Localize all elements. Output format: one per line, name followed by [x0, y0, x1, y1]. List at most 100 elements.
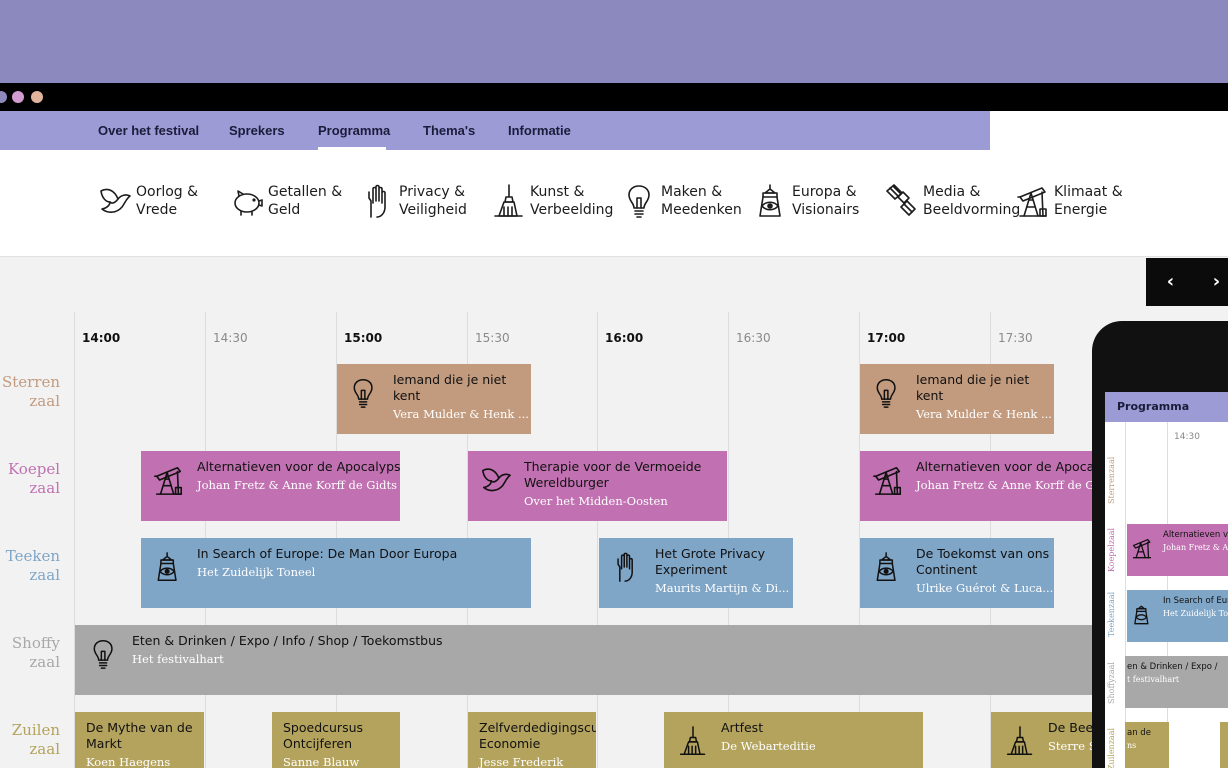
theme-label: Europa & — [792, 184, 857, 200]
event-title: De Toekomst van ons — [916, 546, 1050, 561]
room-suffix: zaal — [29, 653, 60, 671]
theme-europa-visionairs[interactable]: Europa & Visionairs — [754, 183, 864, 223]
event-title: Iemand die je niet — [916, 372, 1030, 387]
event-card[interactable]: Alternatieven voor de Apocalyps Johan Fr… — [860, 451, 1100, 521]
nav-informatie[interactable]: Informatie — [508, 123, 571, 138]
raised-hand-icon — [617, 552, 633, 582]
room-suffix: zaal — [29, 392, 60, 410]
theme-label: Maken & — [661, 184, 723, 200]
event-title: Experiment — [655, 562, 728, 577]
satellite-icon — [886, 184, 916, 216]
lightbulb-icon — [876, 379, 896, 408]
paintbrush-icon — [679, 726, 706, 755]
window-dot-3[interactable] — [31, 91, 43, 103]
room-name: Teeken — [5, 547, 60, 565]
room-label-zuilenzaal: Zuilen zaal — [0, 721, 60, 759]
event-speakers: Het Zuidelijk Toneel — [197, 565, 316, 579]
event-card[interactable]: De Mythe van de Markt Koen Haegens — [75, 712, 204, 768]
theme-privacy-veiligheid[interactable]: Privacy & Veiligheid — [361, 183, 471, 223]
theme-label: Veiligheid — [399, 202, 467, 218]
phone-event-title: In Search of Eur — [1163, 596, 1228, 606]
phone-time-label: 14:30 — [1174, 432, 1200, 442]
phone-event-speakers: Het Zuidelijk To — [1163, 609, 1228, 618]
event-card[interactable]: De Toekomst van ons Continent Ulrike Gué… — [860, 538, 1054, 608]
event-card[interactable]: Artfest De Webarteditie — [664, 712, 923, 768]
lightbulb-icon — [628, 185, 650, 218]
event-card[interactable]: Zelfverdedigingscursus Economie Jesse Fr… — [468, 712, 596, 768]
phone-screen: 14:30 Sterrenzaal Koepelzaal Teekenzaal … — [1105, 392, 1228, 768]
room-label-teekenzaal: Teeken zaal — [0, 547, 60, 585]
room-label-shoffyzaal: Shoffy zaal — [0, 634, 60, 672]
event-speakers: Over het Midden-Oosten — [524, 494, 668, 508]
event-speakers: Jesse Frederik — [479, 755, 564, 768]
event-speakers: Maurits Martijn & Di... — [655, 581, 790, 595]
event-card[interactable]: De Beeld Sterre Sp — [991, 712, 1101, 768]
event-card[interactable]: Therapie voor de Vermoeide Wereldburger … — [468, 451, 727, 521]
window-dot-2[interactable] — [12, 91, 24, 103]
lighthouse-eye-icon — [157, 552, 177, 581]
event-card[interactable]: Iemand die je niet kent Vera Mulder & He… — [337, 364, 531, 434]
theme-klimaat-energie[interactable]: Klimaat & Energie — [1016, 183, 1126, 223]
event-card[interactable]: In Search of Europe: De Man Door Europa … — [141, 538, 531, 608]
nav-over-het-festival[interactable]: Over het festival — [98, 123, 199, 138]
paintbrush-icon — [1006, 726, 1033, 755]
theme-oorlog-vrede[interactable]: Oorlog & Vrede — [98, 183, 198, 223]
event-card[interactable]: Eten & Drinken / Expo / Info / Shop / To… — [75, 625, 1105, 695]
event-title: Alternatieven voor de Apocalyps — [916, 459, 1100, 474]
event-title: Alternatieven voor de Apocalyps — [197, 459, 400, 474]
phone-event-card[interactable]: In Search of Eur Het Zuidelijk To — [1127, 590, 1228, 642]
phone-event-title: Alternatieven vo — [1163, 530, 1228, 540]
theme-kunst-verbeelding[interactable]: Kunst & Verbeelding — [492, 183, 613, 223]
phone-room-label: Shoffyzaal — [1107, 662, 1116, 704]
event-title: In Search of Europe: De Man Door Europa — [197, 546, 458, 561]
event-speakers: Vera Mulder & Henk ... — [393, 407, 529, 421]
theme-getallen-geld[interactable]: Getallen & Geld — [230, 183, 342, 223]
event-card[interactable]: Spoedcursus Ontcijferen Sanne Blauw — [272, 712, 400, 768]
phone-event-speakers: Johan Fretz & A — [1163, 543, 1228, 552]
window-titlebar — [0, 83, 1228, 111]
event-title: kent — [393, 388, 421, 403]
room-label-sterrenzaal: Sterren zaal — [0, 373, 60, 411]
event-title: Continent — [916, 562, 978, 577]
event-speakers: Vera Mulder & Henk ... — [916, 407, 1052, 421]
time-label: 14:30 — [213, 331, 248, 345]
piggy-bank-icon — [234, 190, 263, 216]
theme-label: Vrede — [136, 202, 178, 218]
theme-label: Visionairs — [792, 202, 860, 218]
lighthouse-eye-icon — [876, 552, 896, 581]
event-title: Zelfverdedigingscursus — [479, 720, 596, 735]
event-speakers: Johan Fretz & Anne Korff de Gidts — [197, 478, 398, 492]
theme-label: Meedenken — [661, 202, 742, 218]
event-speakers: Het festivalhart — [132, 652, 224, 666]
phone-room-label: Teekenzaal — [1107, 591, 1116, 637]
theme-label: Privacy & — [399, 184, 466, 200]
grid-line — [1125, 422, 1126, 768]
theme-label: Kunst & — [530, 184, 585, 200]
time-label: 15:00 — [344, 331, 383, 345]
theme-label: Energie — [1054, 202, 1108, 218]
prev-arrow-icon[interactable]: ‹ — [1150, 258, 1191, 306]
phone-event-card[interactable] — [1220, 722, 1228, 768]
phone-event-speakers: t festivalhart — [1127, 675, 1180, 684]
event-card[interactable]: Het Grote Privacy Experiment Maurits Mar… — [599, 538, 793, 608]
event-card[interactable]: Iemand die je niet kent Vera Mulder & He… — [860, 364, 1054, 434]
event-title: Ontcijferen — [283, 736, 353, 751]
phone-room-label: Zuilenzaal — [1107, 727, 1116, 768]
oil-pump-icon — [1017, 187, 1047, 217]
phone-event-card[interactable]: Alternatieven vo Johan Fretz & A — [1127, 524, 1228, 576]
event-title: De Mythe van de — [86, 720, 193, 735]
phone-event-card[interactable]: en & Drinken / Expo / t festivalhart — [1125, 656, 1228, 708]
nav-programma[interactable]: Programma — [318, 123, 390, 138]
theme-label: Klimaat & — [1054, 184, 1123, 200]
next-arrow-icon[interactable]: › — [1196, 258, 1228, 306]
nav-sprekers[interactable]: Sprekers — [229, 123, 285, 138]
nav-themas[interactable]: Thema's — [423, 123, 475, 138]
room-name: Zuilen — [11, 721, 60, 739]
phone-event-title: en & Drinken / Expo / — [1127, 662, 1218, 672]
event-card[interactable]: Alternatieven voor de Apocalyps Johan Fr… — [141, 451, 400, 521]
theme-media-beeldvorming[interactable]: Media & Beeldvorming — [885, 183, 1020, 223]
event-speakers: De Webarteditie — [721, 739, 816, 753]
event-title: Het Grote Privacy — [655, 546, 765, 561]
phone-event-card[interactable]: an de ns — [1125, 722, 1169, 768]
theme-maken-meedenken[interactable]: Maken & Meedenken — [623, 183, 742, 223]
